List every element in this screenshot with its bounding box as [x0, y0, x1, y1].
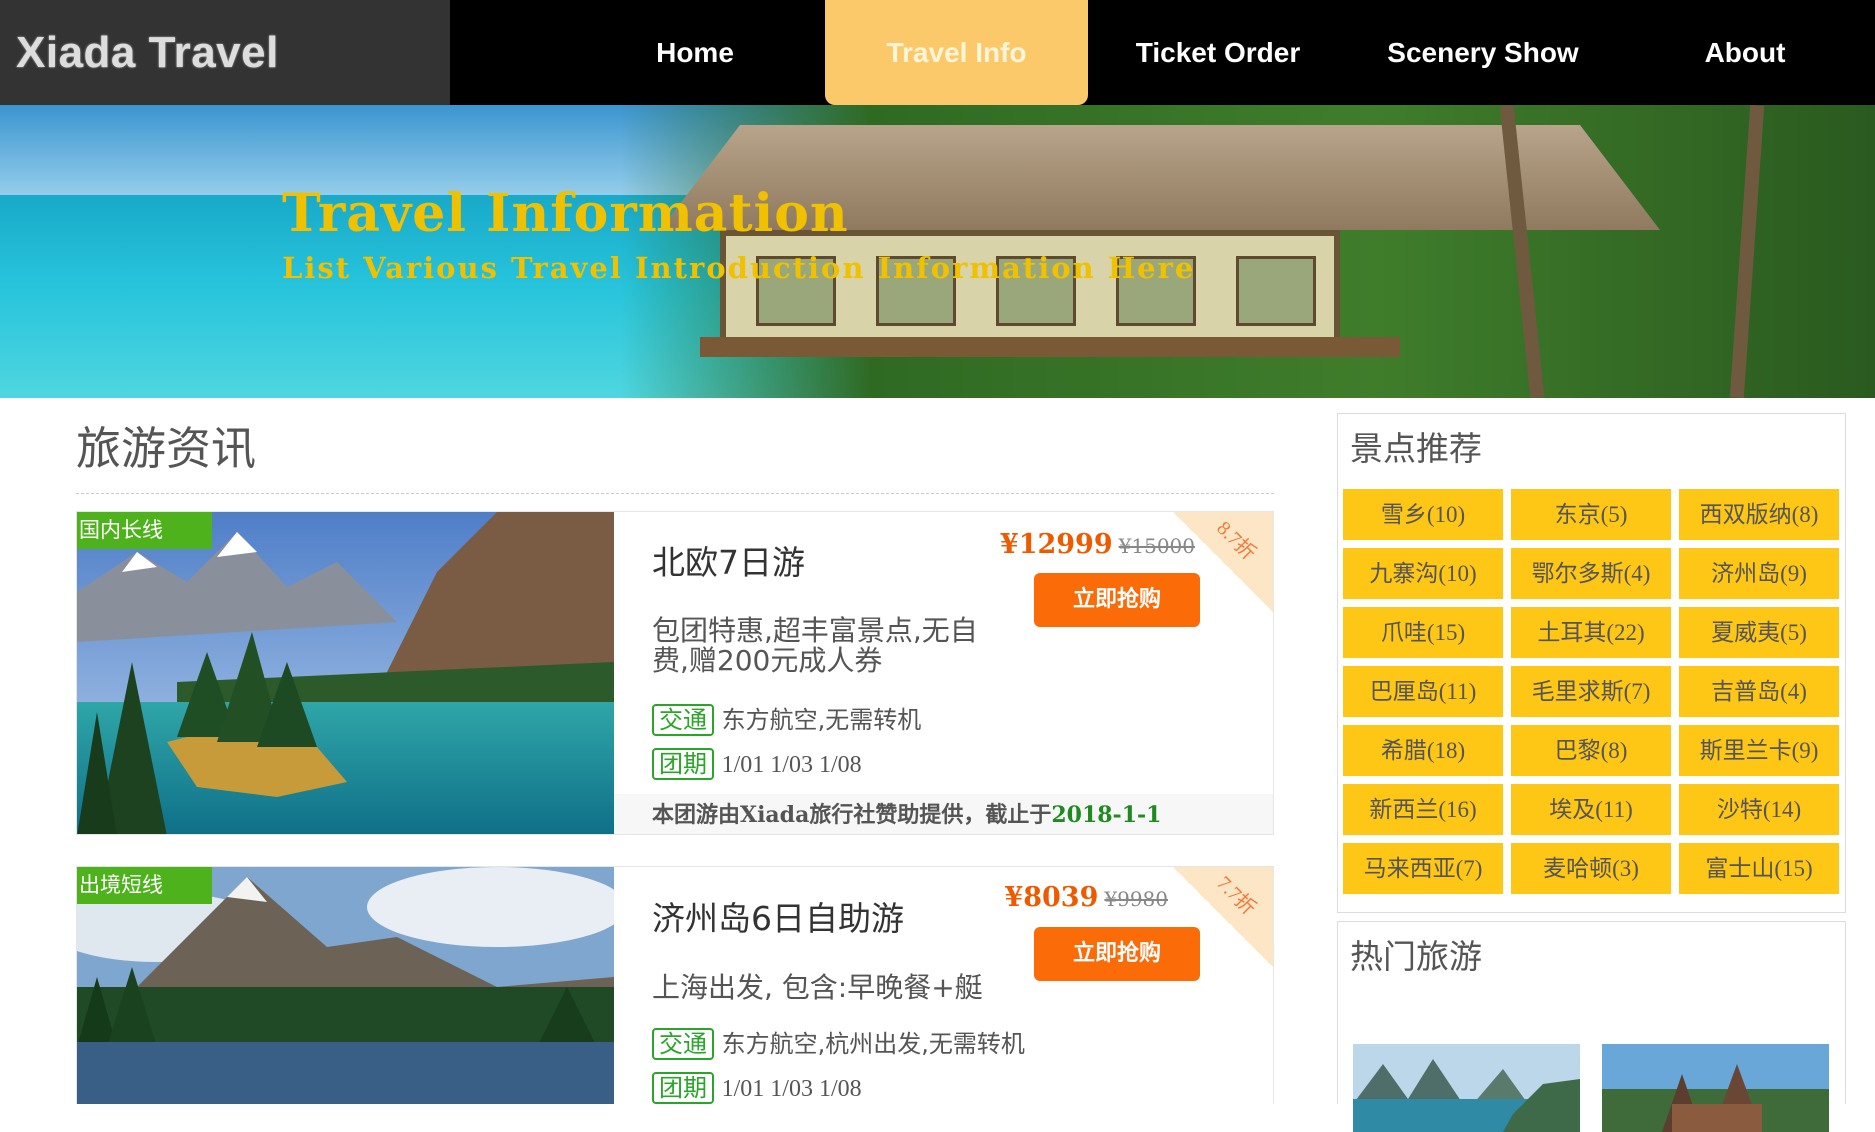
- transport-text: 东方航空,无需转机: [721, 706, 922, 734]
- tour-card[interactable]: 国内长线 北欧7日游 包团特惠,超丰富景点,无自费,赠200元成人券 交通 东方…: [76, 511, 1274, 835]
- transport-row: 交通 东方航空,杭州出发,无需转机: [652, 1024, 1025, 1060]
- spot-tag[interactable]: 雪乡(10): [1343, 489, 1503, 540]
- price: ¥12999 ¥15000: [1000, 529, 1195, 560]
- nav-about[interactable]: About: [1680, 0, 1810, 105]
- tour-photo[interactable]: [77, 512, 614, 834]
- spots-grid: 雪乡(10) 东京(5) 西双版纳(8) 九寨沟(10) 鄂尔多斯(4) 济州岛…: [1343, 489, 1841, 894]
- transport-tag: 交通: [652, 704, 714, 736]
- dates-tag: 团期: [652, 748, 714, 780]
- dates-text: 1/01 1/03 1/08: [721, 752, 862, 778]
- transport-text: 东方航空,杭州出发,无需转机: [721, 1030, 1025, 1058]
- spot-tag[interactable]: 新西兰(16): [1343, 784, 1503, 835]
- spot-tag[interactable]: 东京(5): [1511, 489, 1671, 540]
- hot-tour-image[interactable]: [1353, 1044, 1580, 1132]
- spot-tag[interactable]: 斯里兰卡(9): [1679, 725, 1839, 776]
- spot-tag[interactable]: 希腊(18): [1343, 725, 1503, 776]
- transport-tag: 交通: [652, 1028, 714, 1060]
- top-navbar: Xiada Travel Agency Home Travel Info Tic…: [0, 0, 1875, 182]
- hot-tour-image[interactable]: [1602, 1044, 1829, 1132]
- category-badge: 国内长线: [77, 512, 212, 549]
- nav-ticket-order[interactable]: Ticket Order: [1118, 0, 1318, 105]
- hot-tours-panel: 热门旅游: [1337, 921, 1846, 1132]
- hot-tours-title: 热门旅游: [1350, 937, 1482, 976]
- hut-graphic: [720, 230, 1340, 345]
- dates-row: 团期 1/01 1/03 1/08: [652, 1072, 862, 1104]
- spot-tag[interactable]: 埃及(11): [1511, 784, 1671, 835]
- spot-tag[interactable]: 夏威夷(5): [1679, 607, 1839, 658]
- spot-tag[interactable]: 巴厘岛(11): [1343, 666, 1503, 717]
- spot-tag[interactable]: 沙特(14): [1679, 784, 1839, 835]
- spot-tag[interactable]: 马来西亚(7): [1343, 843, 1503, 894]
- banner-title: Travel Information: [282, 183, 849, 244]
- nav-travel-info[interactable]: Travel Info: [825, 0, 1088, 105]
- site-logo[interactable]: Xiada Travel Agency: [0, 0, 450, 182]
- spots-title: 景点推荐: [1350, 429, 1482, 468]
- deadline-date: 2018-1-1: [1051, 802, 1162, 828]
- dates-tag: 团期: [652, 1072, 714, 1104]
- original-price: ¥9980: [1104, 887, 1168, 911]
- dates-text: 1/01 1/03 1/08: [721, 1076, 862, 1102]
- spot-tag[interactable]: 九寨沟(10): [1343, 548, 1503, 599]
- nav-scenery-show[interactable]: Scenery Show: [1378, 0, 1588, 105]
- price: ¥8039 ¥9980: [1004, 882, 1168, 913]
- banner-subtitle: List Various Travel Introduction Informa…: [282, 251, 1196, 285]
- current-price: ¥12999: [999, 529, 1113, 560]
- page-title: 旅游资讯: [76, 422, 257, 475]
- spot-tag[interactable]: 吉普岛(4): [1679, 666, 1839, 717]
- dates-row: 团期 1/01 1/03 1/08: [652, 748, 862, 780]
- spot-tag[interactable]: 土耳其(22): [1511, 607, 1671, 658]
- spot-tag[interactable]: 爪哇(15): [1343, 607, 1503, 658]
- hero-banner: Travel Information List Various Travel I…: [0, 105, 1875, 398]
- sponsor-note: 本团游由Xiada旅行社赞助提供，截止于2018-1-1: [614, 794, 1273, 834]
- recommended-spots-panel: 景点推荐 雪乡(10) 东京(5) 西双版纳(8) 九寨沟(10) 鄂尔多斯(4…: [1337, 413, 1846, 913]
- spot-tag[interactable]: 鄂尔多斯(4): [1511, 548, 1671, 599]
- tour-card[interactable]: 出境短线 济州岛6日自助游 上海出发, 包含:早晚餐+艇 交通 东方航空,杭州出…: [76, 866, 1274, 1104]
- spot-tag[interactable]: 毛里求斯(7): [1511, 666, 1671, 717]
- transport-row: 交通 东方航空,无需转机: [652, 700, 921, 736]
- tour-title[interactable]: 北欧7日游: [652, 536, 805, 584]
- tour-description: 上海出发, 包含:早晚餐+艇: [652, 971, 983, 1004]
- spot-tag[interactable]: 麦哈顿(3): [1511, 843, 1671, 894]
- tour-title[interactable]: 济州岛6日自助游: [652, 892, 904, 940]
- current-price: ¥8039: [1004, 882, 1099, 913]
- spot-tag[interactable]: 富士山(15): [1679, 843, 1839, 894]
- category-badge: 出境短线: [77, 867, 212, 904]
- tour-description: 包团特惠,超丰富景点,无自费,赠200元成人券: [652, 614, 978, 677]
- spot-tag[interactable]: 西双版纳(8): [1679, 489, 1839, 540]
- nav-home[interactable]: Home: [625, 0, 765, 105]
- divider: [76, 493, 1274, 494]
- spot-tag[interactable]: 巴黎(8): [1511, 725, 1671, 776]
- spot-tag[interactable]: 济州岛(9): [1679, 548, 1839, 599]
